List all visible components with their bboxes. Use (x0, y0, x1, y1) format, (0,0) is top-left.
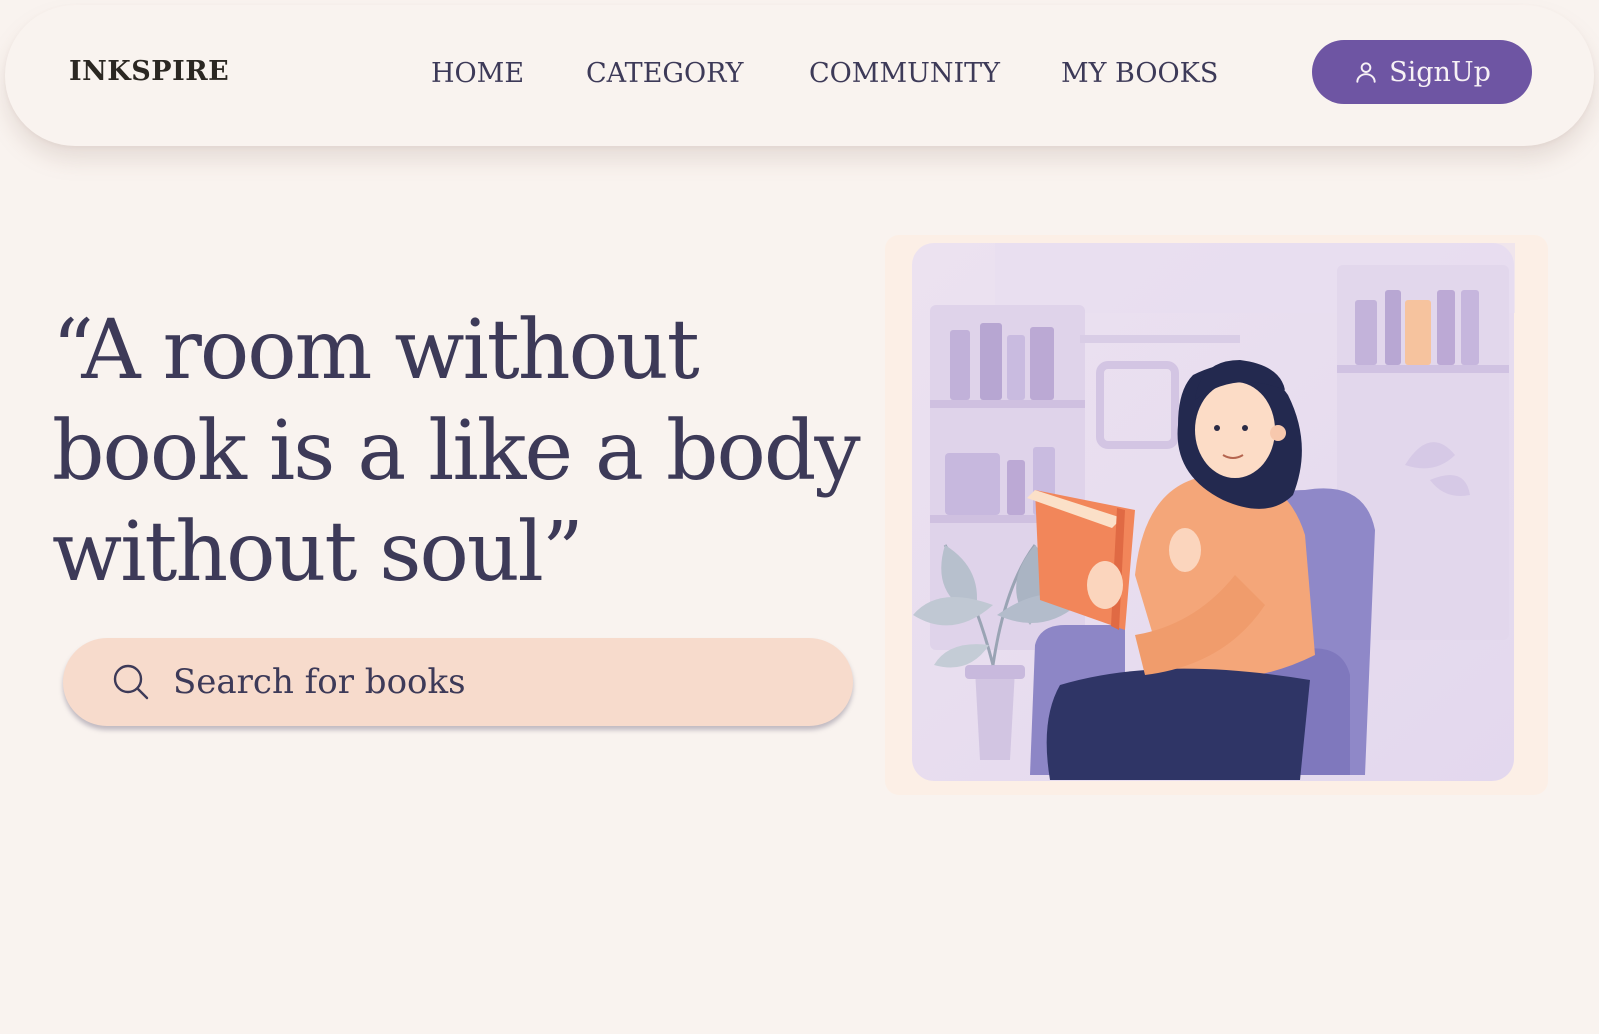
quote-line: “A room without (52, 303, 700, 398)
nav-link-category[interactable]: CATEGORY (586, 58, 743, 89)
nav-link-home[interactable]: HOME (431, 58, 524, 89)
signup-button[interactable]: SignUp (1312, 40, 1532, 104)
search-icon (113, 664, 149, 700)
user-icon (1356, 62, 1376, 83)
search-bar[interactable] (63, 638, 853, 726)
signup-label: SignUp (1389, 56, 1491, 88)
search-input[interactable] (173, 662, 813, 702)
quote-line: without soul” (52, 505, 584, 600)
brand-logo[interactable]: INKSPIRE (69, 56, 229, 87)
nav-link-my-books[interactable]: MY BOOKS (1061, 58, 1218, 89)
hero-quote: “A room without book is a like a body wi… (52, 300, 882, 603)
nav-link-community[interactable]: COMMUNITY (809, 58, 1000, 89)
top-navbar: INKSPIRE HOME CATEGORY COMMUNITY MY BOOK… (5, 5, 1594, 146)
reading-woman-illustration (885, 235, 1548, 795)
quote-line: book is a like a body (52, 404, 861, 499)
